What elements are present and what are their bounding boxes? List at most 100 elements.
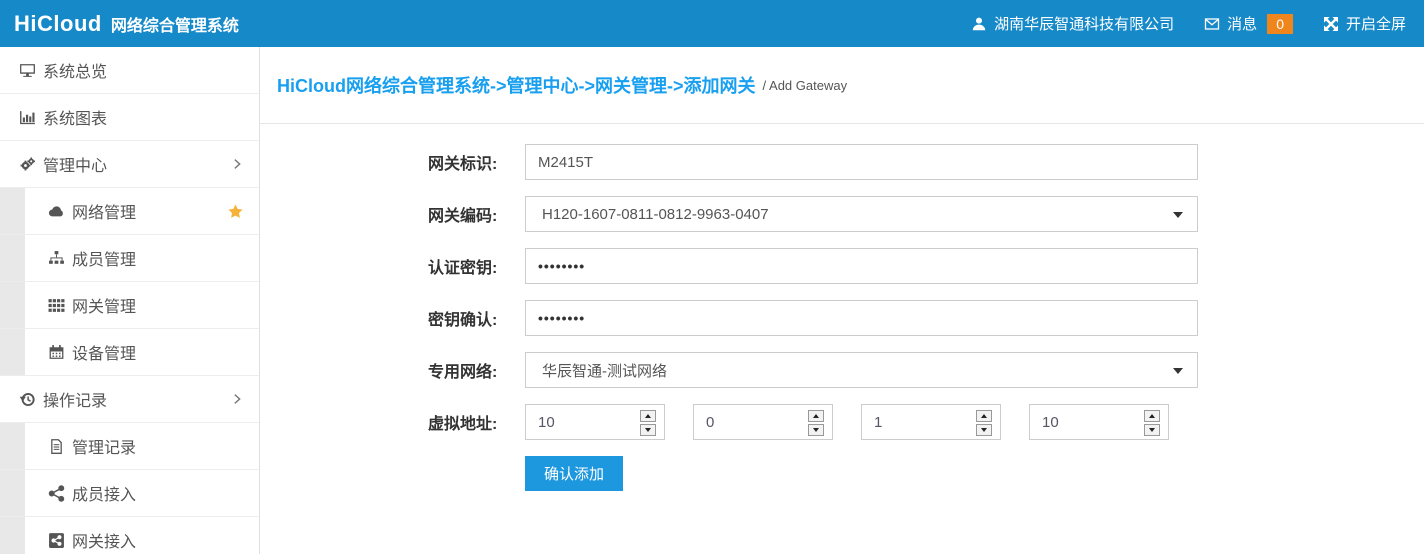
gateway-code-selected-value: H120-1607-0811-0812-9963-0407 [542,206,769,223]
octet-4-spinner [1029,404,1169,440]
messages-label: 消息 [1227,13,1257,34]
sitemap-icon [48,250,65,267]
gears-icon [19,156,36,173]
form-row-gateway-code: 网关编码: H120-1607-0811-0812-9963-0407 [428,196,1424,232]
sidebar-item-label: 系统图表 [43,105,244,129]
document-icon [48,438,65,455]
star-icon[interactable] [227,203,244,220]
sidebar-item-label: 设备管理 [72,340,244,364]
messages-menu[interactable]: 消息 0 [1204,13,1293,34]
fullscreen-toggle[interactable]: 开启全屏 [1323,13,1406,34]
virtual-address-octets [525,404,1169,440]
share-icon [48,485,65,502]
sidebar-item-label: 系统总览 [43,58,244,82]
sidebar-item-label: 网关管理 [72,293,244,317]
step-up-button[interactable] [976,410,992,422]
company-name: 湖南华辰智通科技有限公司 [994,13,1174,34]
triangle-up-icon [981,414,987,418]
fullscreen-icon [1323,16,1339,32]
gateway-code-label: 网关编码: [428,202,525,226]
step-down-button[interactable] [1144,424,1160,436]
sidebar-item-member-management[interactable]: 成员管理 [0,235,259,282]
sidebar-item-member-access[interactable]: 成员接入 [0,470,259,517]
chevron-right-icon [230,392,244,406]
sidebar-item-management-center[interactable]: 管理中心 [0,141,259,188]
breadcrumb: HiCloud网络综合管理系统->管理中心->网关管理->添加网关 [277,72,756,98]
sidebar-item-label: 网络管理 [72,199,227,223]
private-network-select[interactable]: 华辰智通-测试网络 [525,352,1198,388]
triangle-down-icon [1149,428,1155,432]
triangle-up-icon [1149,414,1155,418]
history-icon [19,391,36,408]
auth-key-input[interactable] [525,248,1198,284]
step-up-button[interactable] [1144,410,1160,422]
desktop-icon [19,62,36,79]
sidebar-item-label: 网关接入 [72,528,244,552]
add-gateway-form: 网关标识: 网关编码: H120-1607-0811-0812-9963-040… [428,144,1424,491]
private-network-selected-value: 华辰智通-测试网络 [542,360,667,381]
key-confirm-input[interactable] [525,300,1198,336]
share-square-icon [48,532,65,549]
sidebar-item-network-management[interactable]: 网络管理 [0,188,259,235]
form-row-key-confirm: 密钥确认: [428,300,1424,336]
gateway-id-label: 网关标识: [428,150,525,174]
confirm-add-button[interactable]: 确认添加 [525,456,623,491]
account-menu[interactable]: 湖南华辰智通科技有限公司 [971,13,1174,34]
triangle-down-icon [813,428,819,432]
sidebar-item-label: 管理中心 [43,152,230,176]
step-up-button[interactable] [808,410,824,422]
sidebar-item-system-charts[interactable]: 系统图表 [0,94,259,141]
triangle-up-icon [813,414,819,418]
mail-icon [1204,16,1220,32]
triangle-up-icon [645,414,651,418]
sidebar-item-gateway-access[interactable]: 网关接入 [0,517,259,554]
chevron-right-icon [230,157,244,171]
topbar-right: 湖南华辰智通科技有限公司 消息 0 开启全屏 [971,13,1406,34]
step-down-button[interactable] [808,424,824,436]
fullscreen-label: 开启全屏 [1346,13,1406,34]
user-icon [971,16,987,32]
octet-3-spinner [861,404,1001,440]
step-up-button[interactable] [640,410,656,422]
sidebar-item-label: 成员接入 [72,481,244,505]
triangle-down-icon [645,428,651,432]
triangle-down-icon [981,428,987,432]
octet-2-spinner [693,404,833,440]
gateway-id-input[interactable] [525,144,1198,180]
topbar: HiCloud 网络综合管理系统 湖南华辰智通科技有限公司 消息 0 开启全屏 [0,0,1424,47]
brand-suffix: 网络综合管理系统 [111,12,239,36]
sidebar-item-management-records[interactable]: 管理记录 [0,423,259,470]
cloud-icon [48,203,65,220]
sidebar-item-system-overview[interactable]: 系统总览 [0,47,259,94]
octet-3-stepper [976,410,992,436]
breadcrumb-suffix: / Add Gateway [763,78,848,93]
messages-count-badge: 0 [1267,14,1293,34]
calendar-icon [48,344,65,361]
octet-4-stepper [1144,410,1160,436]
form-row-private-network: 专用网络: 华辰智通-测试网络 [428,352,1424,388]
octet-1-stepper [640,410,656,436]
grid-icon [48,297,65,314]
sidebar-item-label: 成员管理 [72,246,244,270]
sidebar: 系统总览 系统图表 管理中心 网络管理 [0,47,260,554]
virtual-address-label: 虚拟地址: [428,410,525,434]
caret-down-icon [1173,212,1183,218]
sidebar-item-operation-records[interactable]: 操作记录 [0,376,259,423]
sidebar-item-label: 操作记录 [43,387,230,411]
sidebar-item-device-management[interactable]: 设备管理 [0,329,259,376]
step-down-button[interactable] [640,424,656,436]
sidebar-item-label: 管理记录 [72,434,244,458]
octet-2-stepper [808,410,824,436]
brand-name: HiCloud [14,11,102,37]
form-row-gateway-id: 网关标识: [428,144,1424,180]
private-network-label: 专用网络: [428,358,525,382]
step-down-button[interactable] [976,424,992,436]
caret-down-icon [1173,368,1183,374]
main-layout: 系统总览 系统图表 管理中心 网络管理 [0,47,1424,554]
bar-chart-icon [19,109,36,126]
app-brand: HiCloud 网络综合管理系统 [14,11,239,37]
gateway-code-select[interactable]: H120-1607-0811-0812-9963-0407 [525,196,1198,232]
sidebar-item-gateway-management[interactable]: 网关管理 [0,282,259,329]
octet-1-spinner [525,404,665,440]
form-actions: 确认添加 [428,456,1424,491]
